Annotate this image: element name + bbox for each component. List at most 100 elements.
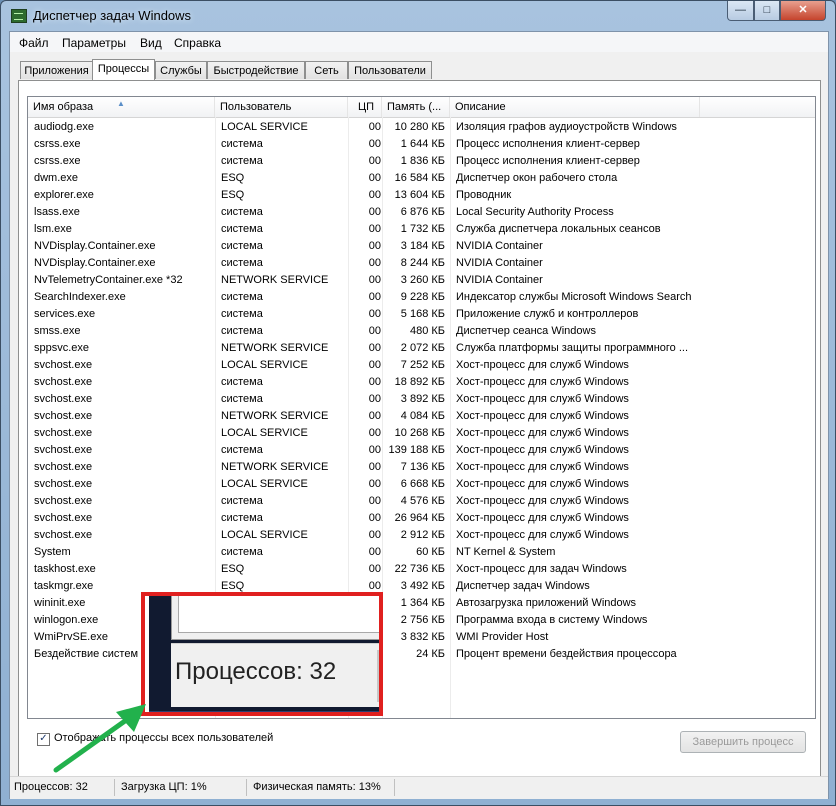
process-row[interactable]: lsm.exe система 00 1 732 КБ Служба диспетчер… xyxy=(28,221,815,238)
process-memory: 13 604 КБ xyxy=(394,189,445,201)
process-user: ESQ xyxy=(221,189,245,201)
process-memory: 3 492 КБ xyxy=(400,580,445,592)
end-process-button[interactable]: Завершить процесс xyxy=(680,731,806,753)
process-row[interactable]: System система 00 60 КБ NT Kernel & System xyxy=(28,544,815,561)
maximize-button[interactable]: □ xyxy=(754,1,780,21)
process-cpu: 00 xyxy=(368,155,381,167)
tab-users[interactable]: Пользователи xyxy=(348,61,432,79)
show-all-users-checkbox[interactable]: ✓ xyxy=(37,733,50,746)
process-memory: 2 756 КБ xyxy=(400,614,445,626)
process-row[interactable]: NVDisplay.Container.exe система 00 8 244 КБ… xyxy=(28,255,815,272)
process-row[interactable]: svchost.exe система 00 3 892 КБ Хост-процесс… xyxy=(28,391,815,408)
process-row[interactable]: sppsvc.exe NETWORK SERVICE 00 2 072 КБ Служб… xyxy=(28,340,815,357)
process-cpu: 00 xyxy=(368,308,381,320)
process-cpu: 00 xyxy=(368,223,381,235)
green-arrow-head xyxy=(116,704,146,732)
process-memory: 22 736 КБ xyxy=(394,563,445,575)
process-name: svchost.exe xyxy=(34,376,93,388)
process-description: NVIDIA Container xyxy=(456,257,543,269)
process-name: services.exe xyxy=(34,308,96,320)
process-user: система xyxy=(221,495,263,507)
tab-processes[interactable]: Процессы xyxy=(92,59,155,80)
process-description: Индексатор службы Microsoft Windows Sear… xyxy=(456,291,692,303)
process-description: WMI Provider Host xyxy=(456,631,549,643)
status-separator xyxy=(246,779,247,796)
process-user: LOCAL SERVICE xyxy=(221,427,308,439)
process-name: explorer.exe xyxy=(34,189,94,201)
process-cpu: 00 xyxy=(368,529,381,541)
menu-file[interactable]: Файл xyxy=(19,36,49,50)
process-row[interactable]: svchost.exe LOCAL SERVICE 00 2 912 КБ Хост-п… xyxy=(28,527,815,544)
process-row[interactable]: svchost.exe система 00 139 188 КБ Хост-проце… xyxy=(28,442,815,459)
process-row[interactable]: NvTelemetryContainer.exe *32 NETWORK SERV… xyxy=(28,272,815,289)
process-name: csrss.exe xyxy=(34,138,81,150)
process-name: SearchIndexer.exe xyxy=(34,291,126,303)
menu-options[interactable]: Параметры xyxy=(62,36,126,50)
process-row[interactable]: svchost.exe LOCAL SERVICE 00 7 252 КБ Хост-п… xyxy=(28,357,815,374)
process-row[interactable]: svchost.exe NETWORK SERVICE 00 7 136 КБ Хост… xyxy=(28,459,815,476)
column-memory[interactable]: Память (... xyxy=(382,97,450,117)
process-row[interactable]: svchost.exe система 00 4 576 КБ Хост-процесс… xyxy=(28,493,815,510)
process-cpu: 00 xyxy=(368,291,381,303)
zoom-field xyxy=(171,596,379,640)
status-separator xyxy=(394,779,395,796)
process-name: svchost.exe xyxy=(34,512,93,524)
status-process-count: Процессов: 32 xyxy=(14,781,88,793)
process-description: Диспетчер окон рабочего стола xyxy=(456,172,618,184)
tab-network[interactable]: Сеть xyxy=(305,61,348,79)
process-description: Процент времени бездействия процессора xyxy=(456,648,677,660)
process-row[interactable]: NVDisplay.Container.exe система 00 3 184 КБ… xyxy=(28,238,815,255)
menu-view[interactable]: Вид xyxy=(140,36,162,50)
process-row[interactable]: csrss.exe система 00 1 644 КБ Процесс исполн… xyxy=(28,136,815,153)
tab-services[interactable]: Службы xyxy=(155,61,207,79)
process-row[interactable]: explorer.exe ESQ 00 13 604 КБ Проводник xyxy=(28,187,815,204)
process-description: Диспетчер сеанса Windows xyxy=(456,325,596,337)
process-user: система xyxy=(221,155,263,167)
process-description: Служба диспетчера локальных сеансов xyxy=(456,223,661,235)
status-physical-memory: Физическая память: 13% xyxy=(253,781,381,793)
process-memory: 139 188 КБ xyxy=(388,444,445,456)
process-description: Хост-процесс для служб Windows xyxy=(456,444,629,456)
process-name: svchost.exe xyxy=(34,393,93,405)
process-row[interactable]: svchost.exe NETWORK SERVICE 00 4 084 КБ Хост… xyxy=(28,408,815,425)
zoom-frame-line xyxy=(149,711,379,712)
process-user: система xyxy=(221,291,263,303)
process-cpu: 00 xyxy=(368,495,381,507)
process-row[interactable]: lsass.exe система 00 6 876 КБ Local Security… xyxy=(28,204,815,221)
column-cpu[interactable]: ЦП xyxy=(348,97,382,117)
zoom-callout: Процессов: 32 xyxy=(141,592,383,716)
process-row[interactable]: svchost.exe LOCAL SERVICE 00 6 668 КБ Хост-п… xyxy=(28,476,815,493)
process-cpu: 00 xyxy=(368,257,381,269)
process-description: Проводник xyxy=(456,189,512,201)
process-row[interactable]: csrss.exe система 00 1 836 КБ Процесс исполн… xyxy=(28,153,815,170)
process-user: LOCAL SERVICE xyxy=(221,121,308,133)
process-memory: 18 892 КБ xyxy=(394,376,445,388)
process-user: система xyxy=(221,223,263,235)
column-description[interactable]: Описание xyxy=(450,97,700,117)
minimize-button[interactable]: — xyxy=(727,1,754,21)
column-image-name[interactable]: Имя образа ▲ xyxy=(28,97,215,117)
menu-help[interactable]: Справка xyxy=(174,36,221,50)
process-description: Процесс исполнения клиент-сервер xyxy=(456,138,640,150)
process-row[interactable]: SearchIndexer.exe система 00 9 228 КБ Индекс… xyxy=(28,289,815,306)
process-name: NvTelemetryContainer.exe *32 xyxy=(34,274,183,286)
process-row[interactable]: smss.exe система 00 480 КБ Диспетчер сеанса … xyxy=(28,323,815,340)
sort-ascending-icon: ▲ xyxy=(117,99,125,108)
title-bar[interactable]: Диспетчер задач Windows — □ ✕ xyxy=(1,1,835,31)
process-row[interactable]: svchost.exe система 00 18 892 КБ Хост-процес… xyxy=(28,374,815,391)
process-row[interactable]: audiodg.exe LOCAL SERVICE 00 10 280 КБ Изоля… xyxy=(28,119,815,136)
process-row[interactable]: svchost.exe LOCAL SERVICE 00 10 268 КБ Хост-… xyxy=(28,425,815,442)
close-button[interactable]: ✕ xyxy=(780,1,826,21)
process-row[interactable]: services.exe система 00 5 168 КБ Приложение … xyxy=(28,306,815,323)
process-row[interactable]: dwm.exe ESQ 00 16 584 КБ Диспетчер окон рабо… xyxy=(28,170,815,187)
column-user[interactable]: Пользователь xyxy=(215,97,348,117)
process-row[interactable]: svchost.exe система 00 26 964 КБ Хост-процес… xyxy=(28,510,815,527)
process-row[interactable]: taskhost.exe ESQ 00 22 736 КБ Хост-процесс д… xyxy=(28,561,815,578)
process-memory: 10 280 КБ xyxy=(394,121,445,133)
tab-applications[interactable]: Приложения xyxy=(20,61,93,79)
tab-performance[interactable]: Быстродействие xyxy=(207,61,305,79)
process-memory: 1 364 КБ xyxy=(400,597,445,609)
process-user: система xyxy=(221,257,263,269)
column-image-name-label: Имя образа xyxy=(33,101,94,113)
process-description: Хост-процесс для служб Windows xyxy=(456,512,629,524)
